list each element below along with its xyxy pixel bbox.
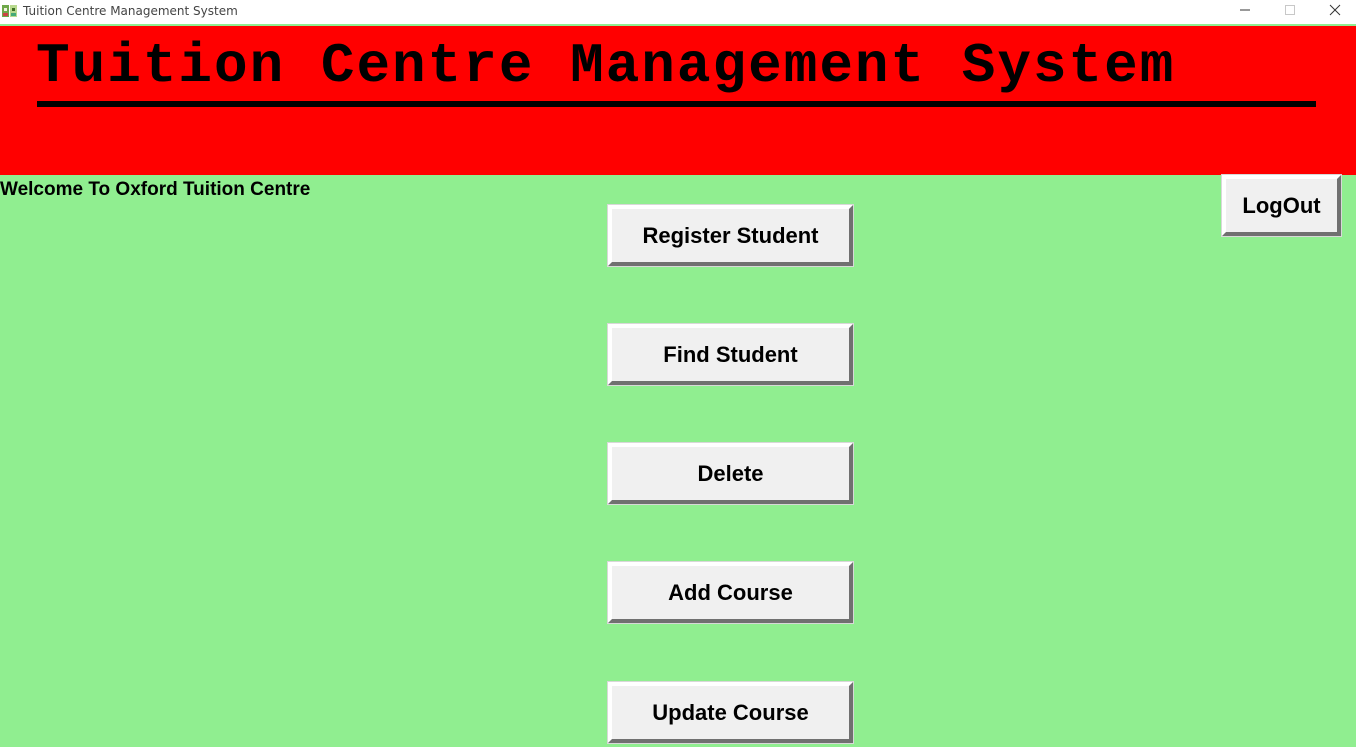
add-course-button[interactable]: Add Course	[607, 561, 854, 624]
register-student-button[interactable]: Register Student	[607, 204, 854, 267]
app-icon	[2, 3, 18, 19]
find-student-button[interactable]: Find Student	[607, 323, 854, 386]
title-underline	[37, 101, 1316, 107]
header-banner: Tuition Centre Management System	[0, 26, 1356, 175]
minimize-icon	[1239, 3, 1251, 21]
page-title: Tuition Centre Management System	[36, 34, 1176, 98]
close-icon	[1329, 3, 1341, 21]
update-course-button[interactable]: Update Course	[607, 681, 854, 744]
logout-button[interactable]: LogOut	[1221, 174, 1342, 237]
minimize-button[interactable]	[1222, 0, 1268, 24]
app-window: Tuition Centre Management System Tuition…	[0, 0, 1356, 747]
welcome-label: Welcome To Oxford Tuition Centre	[0, 179, 311, 200]
delete-button[interactable]: Delete	[607, 442, 854, 505]
maximize-icon	[1284, 3, 1296, 21]
maximize-button[interactable]	[1267, 0, 1313, 24]
window-title: Tuition Centre Management System	[23, 4, 238, 18]
title-bar[interactable]: Tuition Centre Management System	[0, 0, 1356, 24]
close-button[interactable]	[1312, 0, 1356, 24]
